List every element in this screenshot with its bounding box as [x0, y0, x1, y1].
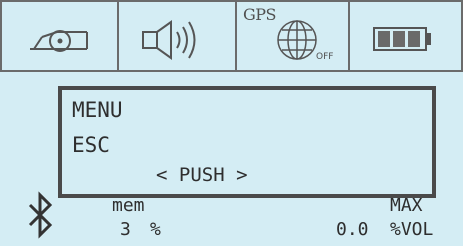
speaker-icon — [142, 20, 196, 60]
status-bar: GPS OFF — [0, 0, 463, 72]
menu-item-esc[interactable]: ESC — [72, 133, 110, 157]
menu-box: MENU ESC < PUSH > — [58, 86, 436, 198]
push-button[interactable]: < PUSH > — [156, 164, 248, 186]
mem-label: mem — [112, 195, 145, 216]
vol-value: 0.0 — [336, 219, 369, 240]
battery-cell — [350, 2, 461, 70]
speaker-cell — [119, 2, 237, 70]
mem-value: 3 — [120, 219, 131, 240]
vol-unit: %VOL — [390, 219, 434, 240]
battery-icon — [373, 27, 431, 51]
max-label: MAX — [390, 195, 423, 216]
bluetooth-icon — [28, 191, 53, 239]
gps-cell: GPS OFF — [237, 2, 350, 70]
gps-off-label: OFF — [316, 52, 334, 62]
whistle-cell — [2, 2, 119, 70]
whistle-icon — [30, 30, 88, 52]
menu-item-menu[interactable]: MENU — [72, 98, 123, 122]
mem-unit: % — [150, 219, 161, 240]
device-screen: GPS OFF MENU ESC < PUSH > mem 3 % MAX 0.… — [0, 0, 463, 246]
